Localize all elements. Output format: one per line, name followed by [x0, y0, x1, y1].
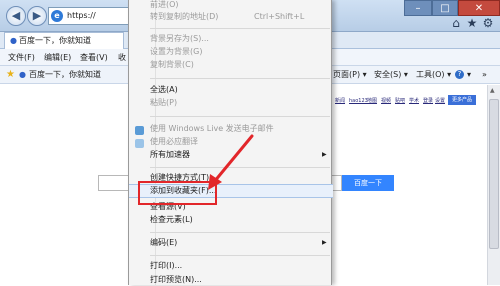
- top-link-login[interactable]: 登录: [423, 97, 433, 105]
- menu-item-paste[interactable]: 粘贴(P): [129, 97, 333, 109]
- top-link-hao123[interactable]: hao123: [349, 97, 368, 105]
- menu-item-forward[interactable]: 前进(O): [129, 0, 333, 11]
- favorites-star-add-icon[interactable]: ★: [6, 69, 15, 81]
- scroll-thumb[interactable]: [489, 99, 499, 249]
- cmd-safety[interactable]: 安全(S) ▾: [374, 66, 408, 84]
- menu-item-save-background[interactable]: 背景另存为(S)...: [129, 33, 333, 45]
- submenu-arrow-icon: ▶: [322, 239, 327, 246]
- tab-title: 百度一下，你就知道: [19, 36, 91, 45]
- menu-item-print-preview[interactable]: 打印预览(N)...: [129, 274, 333, 286]
- menu-favorites[interactable]: 收: [118, 49, 126, 66]
- menu-item-go-copied-address[interactable]: 转到复制的地址(D) Ctrl+Shift+L: [129, 11, 333, 23]
- menu-separator: [150, 116, 330, 117]
- maximize-icon[interactable]: □: [432, 0, 458, 16]
- top-link-map[interactable]: 地图: [367, 97, 377, 105]
- top-link-video[interactable]: 视频: [381, 97, 391, 105]
- menu-item-select-all[interactable]: 全选(A): [129, 84, 333, 96]
- address-text: https://: [67, 11, 96, 20]
- menu-separator: [150, 255, 330, 256]
- cmd-help-dropdown[interactable]: ▾: [467, 66, 471, 84]
- menu-item-print[interactable]: 打印(I)...: [129, 260, 333, 272]
- menu-item-set-background[interactable]: 设置为背景(G): [129, 46, 333, 58]
- baidu-favicon-icon: ●: [19, 70, 26, 79]
- menu-item-copy-background[interactable]: 复制背景(C): [129, 59, 333, 71]
- favorites-item-baidu[interactable]: 百度一下，你就知道: [29, 66, 101, 84]
- window-controls: – □ ✕: [404, 0, 500, 16]
- help-icon[interactable]: ?: [455, 70, 464, 79]
- top-link-tieba[interactable]: 贴吧: [395, 97, 405, 105]
- top-link-news[interactable]: 新闻: [335, 97, 345, 105]
- cmd-more-chevron[interactable]: »: [482, 66, 487, 84]
- home-icon[interactable]: ⌂: [449, 16, 463, 30]
- cmd-page[interactable]: 页面(P) ▾: [333, 66, 367, 84]
- minimize-icon[interactable]: –: [404, 0, 432, 16]
- cmd-tools[interactable]: 工具(O) ▾: [416, 66, 451, 84]
- forward-icon[interactable]: ▶: [27, 6, 47, 26]
- ie-logo-icon: e: [51, 10, 63, 22]
- windows-live-icon: [135, 126, 144, 135]
- bing-translate-icon: [135, 139, 144, 148]
- scroll-up-icon[interactable]: ▲: [490, 87, 495, 95]
- submenu-arrow-icon: ▶: [322, 151, 327, 158]
- search-button[interactable]: 百度一下: [342, 175, 394, 191]
- vertical-scrollbar[interactable]: ▲: [487, 85, 500, 285]
- annotation-highlight-box: [138, 181, 217, 205]
- favorites-star-icon[interactable]: ★: [465, 16, 479, 30]
- close-icon[interactable]: ✕: [458, 0, 500, 16]
- menu-item-encoding[interactable]: 编码(E) ▶: [129, 237, 333, 249]
- top-link-xueshu[interactable]: 学术: [409, 97, 419, 105]
- gear-icon[interactable]: ⚙: [481, 16, 495, 30]
- back-icon[interactable]: ◀: [6, 6, 26, 26]
- menu-separator: [150, 78, 330, 79]
- menu-separator: [150, 232, 330, 233]
- top-link-settings[interactable]: 设置: [435, 97, 445, 105]
- menu-view[interactable]: 查看(V): [80, 49, 108, 66]
- menu-item-inspect-element[interactable]: 检查元素(L): [129, 214, 333, 226]
- baidu-favicon-icon: ●: [10, 36, 17, 45]
- menu-separator: [150, 28, 330, 29]
- more-products-button[interactable]: 更多产品: [448, 95, 476, 105]
- menu-file[interactable]: 文件(F): [8, 49, 35, 66]
- menu-edit[interactable]: 编辑(E): [44, 49, 71, 66]
- browser-tab[interactable]: ● 百度一下，你就知道: [4, 32, 124, 49]
